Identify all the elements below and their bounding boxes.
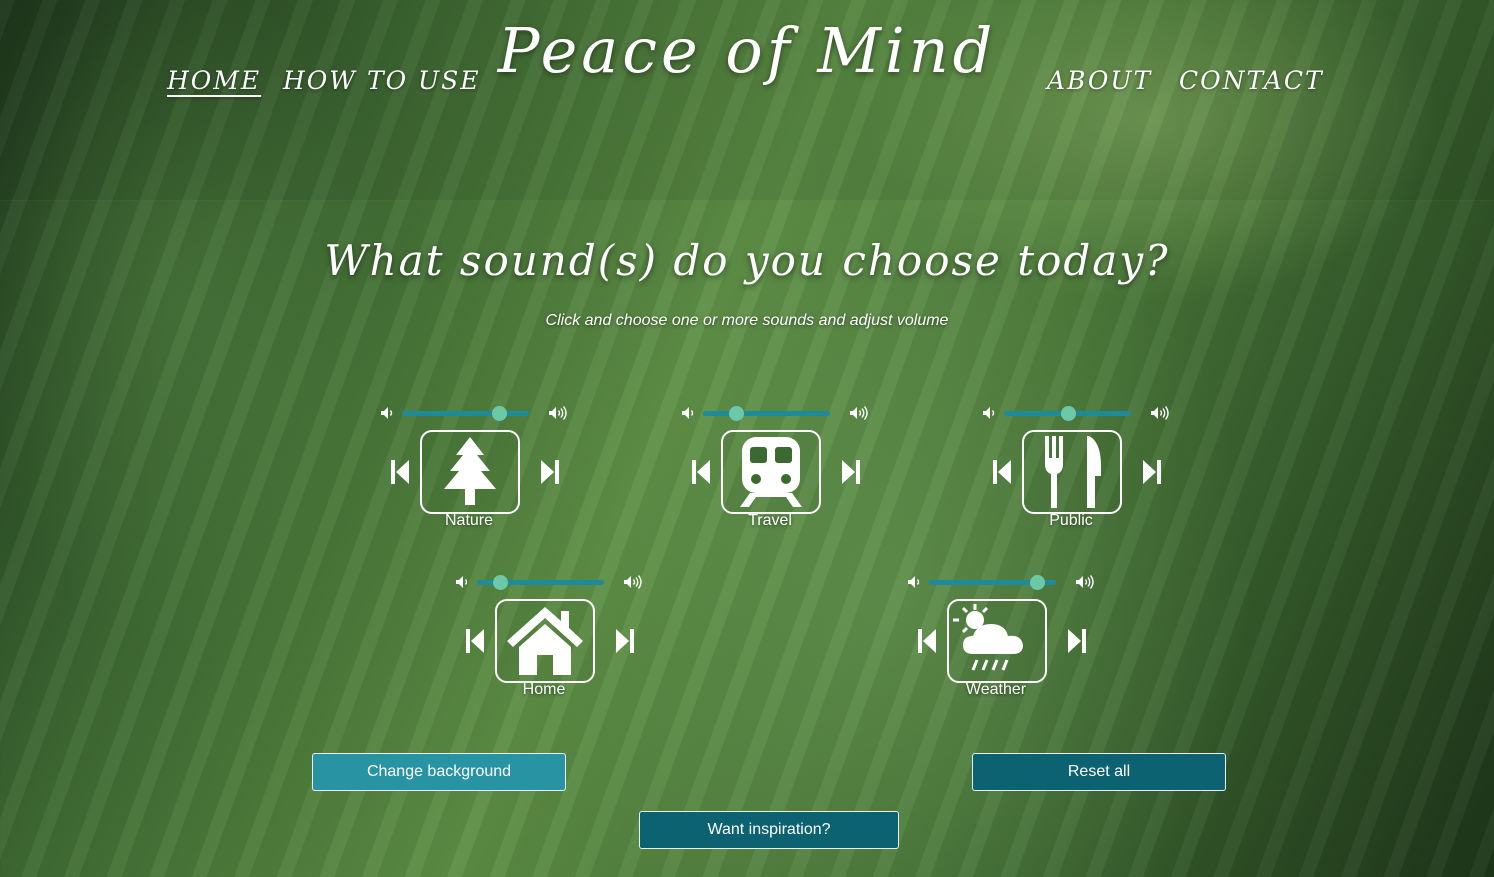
sound-label: Weather <box>965 681 1027 698</box>
volume-slider-thumb[interactable] <box>491 406 507 421</box>
volume-control <box>455 571 645 593</box>
sound-tile-nature[interactable] <box>420 430 520 514</box>
volume-low-icon[interactable] <box>681 405 697 421</box>
volume-high-icon[interactable] <box>849 405 871 421</box>
volume-slider-thumb[interactable] <box>729 406 745 421</box>
volume-control <box>380 402 570 424</box>
volume-low-icon[interactable] <box>380 405 396 421</box>
sound-tile-home[interactable] <box>495 599 595 683</box>
volume-slider-thumb[interactable] <box>492 575 508 590</box>
skip-previous-icon[interactable] <box>992 459 1012 485</box>
page-heading: What sound(s) do you choose today? <box>324 236 1170 285</box>
skip-previous-icon[interactable] <box>917 628 937 654</box>
skip-previous-icon[interactable] <box>465 628 485 654</box>
volume-high-icon[interactable] <box>623 574 645 590</box>
skip-next-icon[interactable] <box>540 459 560 485</box>
sound-nature: Nature <box>380 402 570 552</box>
skip-next-icon[interactable] <box>841 459 861 485</box>
volume-slider[interactable] <box>929 575 1056 590</box>
volume-low-icon[interactable] <box>907 574 923 590</box>
sound-label: Travel <box>748 512 792 529</box>
skip-next-icon[interactable] <box>615 628 635 654</box>
volume-high-icon[interactable] <box>1150 405 1172 421</box>
sound-tile-travel[interactable] <box>721 430 821 514</box>
train-icon <box>740 437 802 507</box>
house-icon <box>507 607 583 675</box>
volume-slider[interactable] <box>477 575 604 590</box>
volume-slider[interactable] <box>1004 406 1131 421</box>
fork-knife-icon <box>1045 436 1101 508</box>
volume-slider-thumb[interactable] <box>1029 575 1045 590</box>
tree-icon <box>444 437 496 505</box>
sound-tile-weather[interactable] <box>947 599 1047 683</box>
weather-icon <box>953 604 1023 671</box>
volume-low-icon[interactable] <box>455 574 471 590</box>
volume-low-icon[interactable] <box>982 405 998 421</box>
volume-control <box>907 571 1097 593</box>
sound-label: Nature <box>444 512 494 529</box>
nav-contact[interactable]: Contact <box>1179 66 1324 95</box>
change-background-button[interactable]: Change background <box>312 753 566 791</box>
volume-slider-thumb[interactable] <box>1060 406 1076 421</box>
volume-control <box>681 402 871 424</box>
skip-next-icon[interactable] <box>1067 628 1087 654</box>
skip-previous-icon[interactable] <box>390 459 410 485</box>
skip-previous-icon[interactable] <box>691 459 711 485</box>
sound-home: Home <box>455 571 645 721</box>
nav-about[interactable]: About <box>1047 66 1152 95</box>
sound-tile-public[interactable] <box>1022 430 1122 514</box>
want-inspiration-button[interactable]: Want inspiration? <box>639 811 899 849</box>
sound-travel: Travel <box>681 402 871 552</box>
sound-public: Public <box>982 402 1172 552</box>
volume-high-icon[interactable] <box>548 405 570 421</box>
reset-all-button[interactable]: Reset all <box>972 753 1226 791</box>
volume-high-icon[interactable] <box>1075 574 1097 590</box>
sound-weather: Weather <box>907 571 1097 721</box>
page-subheading: Click and choose one or more sounds and … <box>545 312 949 329</box>
sound-label: Public <box>1049 512 1093 529</box>
skip-next-icon[interactable] <box>1142 459 1162 485</box>
volume-control <box>982 402 1172 424</box>
sound-label: Home <box>522 681 566 698</box>
volume-slider[interactable] <box>703 406 830 421</box>
volume-slider[interactable] <box>402 406 529 421</box>
top-bar: Home How to use Peace of Mind About Cont… <box>0 0 1494 201</box>
